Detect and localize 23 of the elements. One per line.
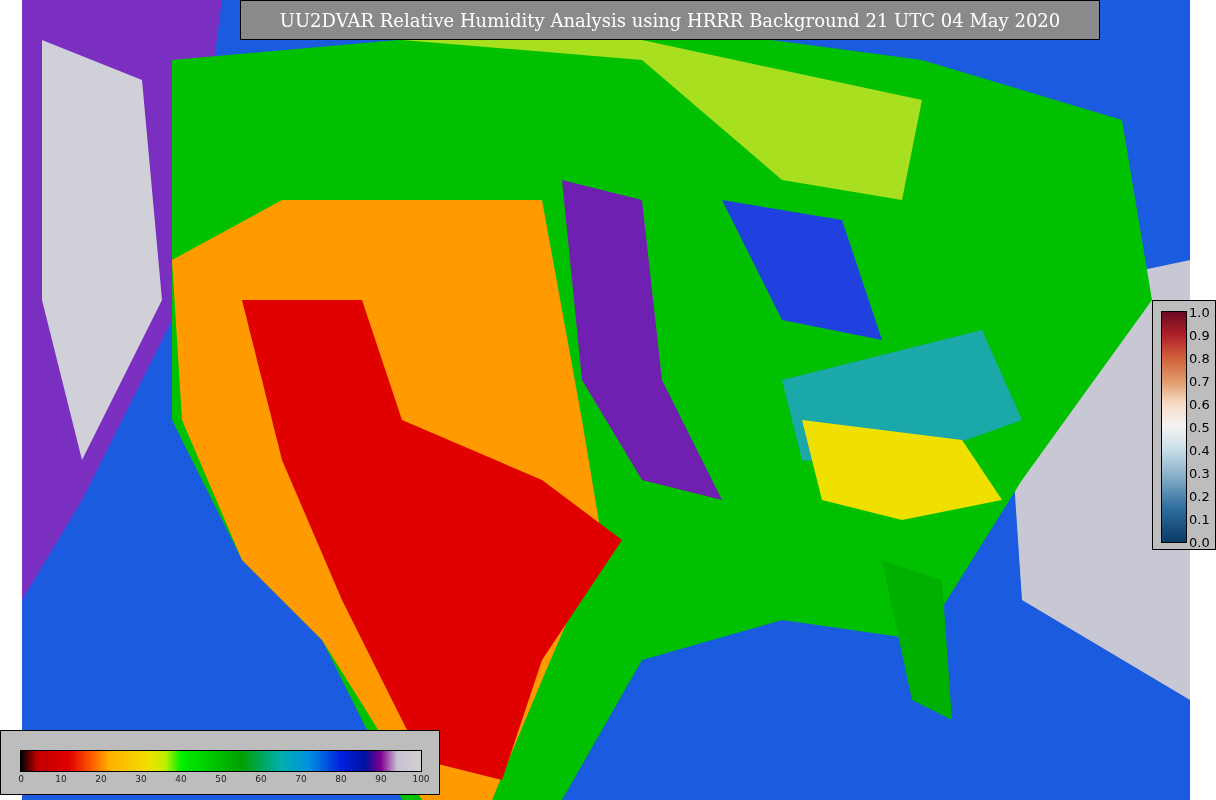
colorbar-label: 0: [18, 775, 24, 784]
colorbar-label: 50: [215, 775, 227, 784]
colorbar-label: 0.0: [1189, 535, 1210, 549]
map-title: UU2DVAR Relative Humidity Analysis using HRRR Background 21 UTC 04 May 2020: [240, 0, 1100, 40]
colorbar-label: 10: [55, 775, 67, 784]
colorbar-label: 70: [295, 775, 307, 784]
colorbar-label: 40: [175, 775, 187, 784]
colorbar-label: 0.4: [1189, 443, 1210, 457]
colorbar-label: 0.5: [1189, 420, 1210, 434]
colorbar-label: 0.9: [1189, 328, 1210, 342]
colorbar-label: 0.8: [1189, 351, 1210, 365]
colorbar-label: 0.2: [1189, 489, 1210, 503]
colorbar-label: 20: [95, 775, 107, 784]
colorbar-label: 90: [375, 775, 387, 784]
colorbar-label: 80: [335, 775, 347, 784]
colorbar-label: 0.7: [1189, 374, 1210, 388]
colorbar-label: 30: [135, 775, 147, 784]
colorbar-label: 60: [255, 775, 267, 784]
colorbar-label: 1.0: [1189, 305, 1210, 319]
colorbar-label: 100: [412, 775, 430, 784]
colorbar-label: 0.6: [1189, 397, 1210, 411]
colorbar-label: 0.3: [1189, 466, 1210, 480]
colorbar-label: 0.1: [1189, 512, 1210, 526]
